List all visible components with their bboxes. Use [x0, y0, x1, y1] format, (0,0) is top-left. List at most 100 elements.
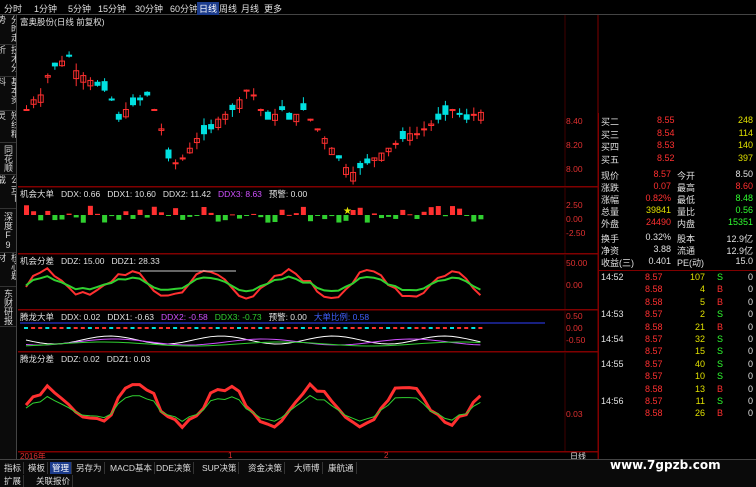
dl-ytick: -0.50 — [566, 335, 586, 345]
tick-row: 8.58 5 B 0 — [599, 297, 756, 309]
tick-side: B — [717, 321, 724, 332]
fundamental-row: 净资 3.88 流通 12.9亿 — [599, 244, 756, 256]
status-tab[interactable]: 扩展 — [2, 475, 25, 487]
ddz-ytick: 50.00 — [566, 258, 588, 268]
kline-ytick: 8.00 — [566, 164, 583, 174]
ddz-title: 机会分差 — [20, 256, 55, 266]
tick-time: 14:55 — [601, 358, 624, 369]
tick-row: 14:56 8.57 11 S 0 — [599, 396, 756, 408]
bottom-tab[interactable]: SUP决策 — [200, 462, 240, 474]
dl-ddx3: DDX3: -0.73 — [214, 312, 262, 322]
tick-volume: 107 — [689, 272, 705, 282]
order-volume: 140 — [737, 140, 753, 150]
dl-ytick: 0.50 — [566, 311, 583, 321]
dl-title: 腾龙大单 — [20, 312, 55, 322]
tick-side: S — [717, 334, 724, 344]
quote-value: 8.60 — [735, 181, 753, 191]
tick-price: 8.57 — [645, 396, 663, 406]
quote-value: 0.82% — [645, 193, 671, 203]
fundamental-row: 收益(三) 0.401 PE(动) 15.0 — [599, 256, 756, 268]
quote-value: 8.50 — [735, 169, 753, 179]
status-tab[interactable]: 关联报价 — [34, 475, 74, 487]
quote-value: 0.07 — [653, 181, 671, 191]
tick-price: 8.57 — [645, 334, 663, 344]
order-label: 买四 — [601, 142, 620, 152]
tick-side: S — [717, 272, 724, 282]
watermark: www.7gpzb.com — [610, 458, 721, 472]
tick-price: 8.57 — [645, 346, 663, 357]
quote-row: 现价 8.57 今开 8.50 — [599, 169, 756, 181]
dl-panel[interactable]: 腾龙大单 DDX: 0.02 DDX1: -0.63 DDX2: -0.58 DDX3:… — [18, 310, 598, 352]
bottom-tab[interactable]: 模板 — [26, 462, 49, 474]
dlz-ytick: 0.03 — [566, 409, 583, 419]
bottom-tab[interactable]: MACD基本 — [108, 462, 156, 474]
order-price: 8.54 — [657, 127, 675, 138]
order-label: 买三 — [601, 129, 620, 140]
ddx-ytick: -2.50 — [566, 228, 586, 238]
tick-count: 0 — [747, 284, 753, 295]
tick-time: 14:56 — [601, 396, 624, 406]
bottom-tab[interactable]: 指标 — [2, 462, 25, 474]
order-price: 8.53 — [657, 140, 675, 150]
tick-volume: 11 — [695, 396, 705, 406]
dlz-panel[interactable]: 腾龙分差 DDZ: 0.02 DDZ1: 0.03 0.03 — [18, 352, 598, 452]
tick-count: 0 — [747, 408, 753, 419]
dlz-ddz1: DDZ1: 0.03 — [106, 354, 151, 364]
tick-count: 0 — [747, 321, 753, 332]
tick-count: 0 — [747, 334, 753, 344]
tick-count: 0 — [747, 371, 753, 382]
ddz-value: DDZ: 15.00 — [61, 256, 105, 266]
tick-side: S — [717, 371, 724, 382]
tick-count: 0 — [747, 309, 753, 320]
order-book-row: 买三 8.54 114 — [599, 128, 756, 140]
bottom-tab[interactable]: 大师博 — [292, 462, 323, 474]
tick-count: 0 — [747, 383, 753, 394]
dlz-title: 腾龙分差 — [20, 354, 55, 364]
order-volume: 114 — [738, 127, 753, 138]
tick-price: 8.57 — [645, 371, 663, 382]
quote-value: 0.56 — [735, 205, 753, 215]
quote-value: 39841 — [645, 205, 671, 215]
tick-price: 8.57 — [645, 358, 663, 369]
dlz-legend: 腾龙分差 DDZ: 0.02 DDZ1: 0.03 — [20, 353, 157, 365]
tick-time: 14:53 — [601, 309, 624, 320]
order-volume: 248 — [737, 115, 753, 125]
quote-value: 8.57 — [653, 169, 671, 179]
quote-row: 涨跌 0.07 最高 8.60 — [599, 181, 756, 193]
quote-panel: 买二 8.55 248 买三 8.54 114 买四 8.53 140 买五 8.52 397 现价 8.… — [598, 113, 756, 459]
bottom-tab[interactable]: 康航通 — [326, 462, 357, 474]
ddz1-value: DDZ1: 28.33 — [111, 256, 160, 266]
dl-ddx: DDX: 0.02 — [61, 312, 101, 322]
bottom-tab[interactable]: 资金决策 — [246, 462, 286, 474]
tick-volume: 13 — [694, 383, 705, 394]
ddx3-value: DDX3: 8.63 — [217, 189, 262, 199]
ddx-panel[interactable]: 机会大单 DDX: 0.66 DDX1: 10.60 DDX2: 11.42 DDX3:… — [18, 187, 598, 254]
stock-terminal-window: 分时 1分钟 5分钟 15分钟 30分钟 60分钟 日线 周线 月线 更多 分时走势 技术分析 基本资… — [0, 0, 756, 487]
tick-time: 14:54 — [601, 334, 624, 344]
tick-side: B — [717, 383, 724, 394]
kline-panel[interactable]: 富奥股份(日线 前复权) 8.40 8.20 8.00 — [18, 15, 598, 187]
quote-row: 涨幅 0.82% 最低 8.48 — [599, 193, 756, 205]
quote-value: 8.48 — [735, 193, 753, 203]
tick-count: 0 — [747, 272, 753, 282]
order-label: 买五 — [601, 154, 620, 165]
bottom-tab[interactable]: 管理 — [50, 462, 73, 474]
ddz-ytick: 0.00 — [566, 280, 583, 290]
tick-price: 8.57 — [645, 272, 663, 282]
tick-volume: 15 — [694, 346, 705, 357]
ddx-alert: 预警: 0.00 — [268, 189, 308, 199]
ddz-panel[interactable]: 机会分差 DDZ: 15.00 DDZ1: 28.33 50.00 0.00 — [18, 254, 598, 310]
tick-time: 14:52 — [601, 272, 624, 282]
bottom-tab[interactable]: 另存为 — [74, 462, 105, 474]
tick-row: 14:53 8.57 2 S 0 — [599, 309, 756, 321]
fund-value: 0.32% — [645, 232, 671, 242]
tick-row: 8.57 15 S 0 — [599, 346, 756, 358]
tick-side: B — [717, 284, 724, 295]
order-book-row: 买五 8.52 397 — [599, 153, 756, 165]
ddx-legend: 机会大单 DDX: 0.66 DDX1: 10.60 DDX2: 11.42 DDX3:… — [20, 188, 314, 200]
tick-side: B — [717, 296, 724, 307]
bottom-tab[interactable]: DDE决策 — [154, 462, 194, 474]
tick-count: 0 — [747, 396, 753, 406]
tick-side: S — [717, 396, 724, 406]
tick-row: 14:54 8.57 32 S 0 — [599, 334, 756, 346]
